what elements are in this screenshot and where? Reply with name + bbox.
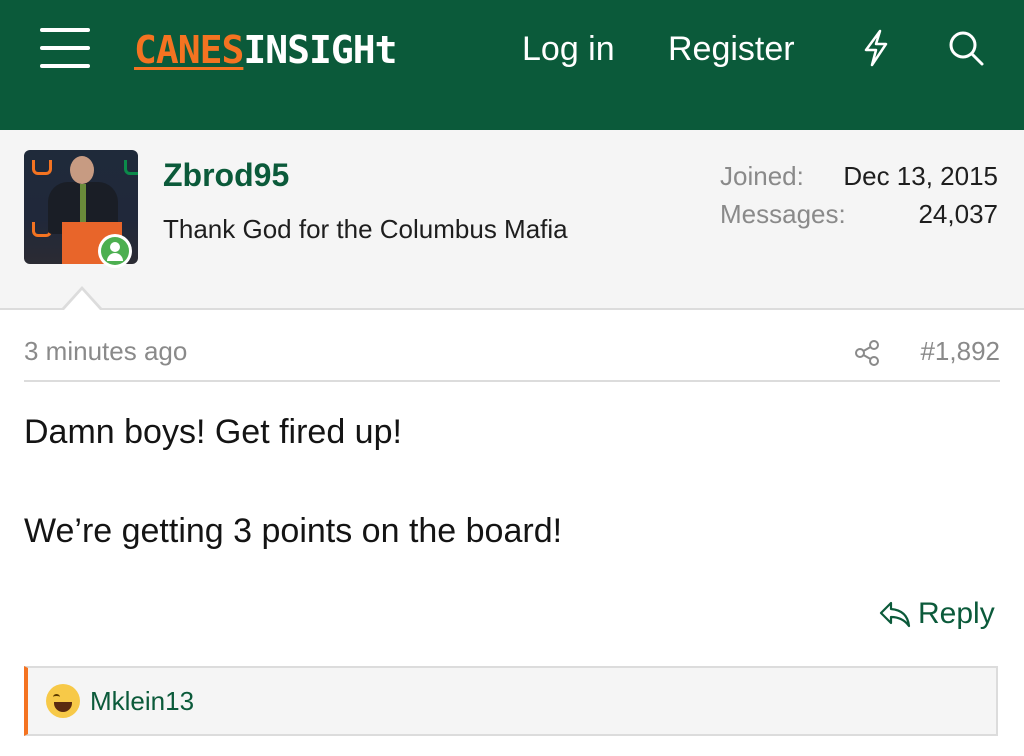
online-status-icon (98, 234, 132, 268)
share-icon-svg (855, 340, 879, 366)
top-header: CANES INSIGHt Log in Register (0, 0, 1024, 130)
search-icon[interactable] (946, 28, 986, 68)
logo-u-mark (124, 160, 138, 175)
reply-button[interactable]: Reply (878, 594, 995, 634)
author-caret-inner (64, 290, 100, 310)
post-message-line: We’re getting 3 points on the board! (24, 512, 563, 550)
logo-insight-text: INSIGHt (243, 28, 397, 72)
messages-label: Messages: (720, 199, 846, 229)
user-online-icon (101, 237, 129, 265)
username-link[interactable]: Zbrod95 (163, 157, 289, 194)
post-message-line: Damn boys! Get fired up! (24, 413, 402, 451)
search-icon-svg (949, 31, 984, 66)
messages-value: 24,037 (918, 199, 998, 229)
laughing-tears-emoji-icon (46, 684, 80, 718)
menu-line (40, 28, 90, 32)
site-logo[interactable]: CANES INSIGHt (134, 28, 398, 72)
bolt-icon[interactable] (856, 28, 896, 68)
post-author-block: Zbrod95 Thank God for the Columbus Mafia… (0, 130, 1024, 310)
user-title: Thank God for the Columbus Mafia (163, 214, 568, 244)
post-timestamp[interactable]: 3 minutes ago (24, 336, 187, 367)
hamburger-menu-icon[interactable] (40, 28, 90, 68)
avatar-tie (80, 184, 86, 224)
login-link[interactable]: Log in (522, 30, 615, 69)
logo-u-mark (32, 160, 52, 175)
register-link[interactable]: Register (668, 30, 795, 69)
reply-icon (879, 601, 911, 628)
joined-label: Joined: (720, 161, 804, 191)
avatar-person-head (70, 156, 94, 184)
logo-canes-text: CANES (134, 28, 244, 72)
menu-line (40, 46, 90, 50)
reactions-bar[interactable]: Mklein13 (24, 666, 998, 736)
post-number-link[interactable]: #1,892 (920, 336, 1000, 367)
reaction-user-link[interactable]: Mklein13 (90, 686, 194, 717)
post-meta-bar: 3 minutes ago #1,892 (24, 334, 1000, 382)
share-icon[interactable] (852, 338, 882, 368)
joined-value: Dec 13, 2015 (843, 161, 998, 191)
bolt-icon-svg (864, 29, 888, 67)
reply-label: Reply (918, 597, 995, 630)
menu-line (40, 64, 90, 68)
